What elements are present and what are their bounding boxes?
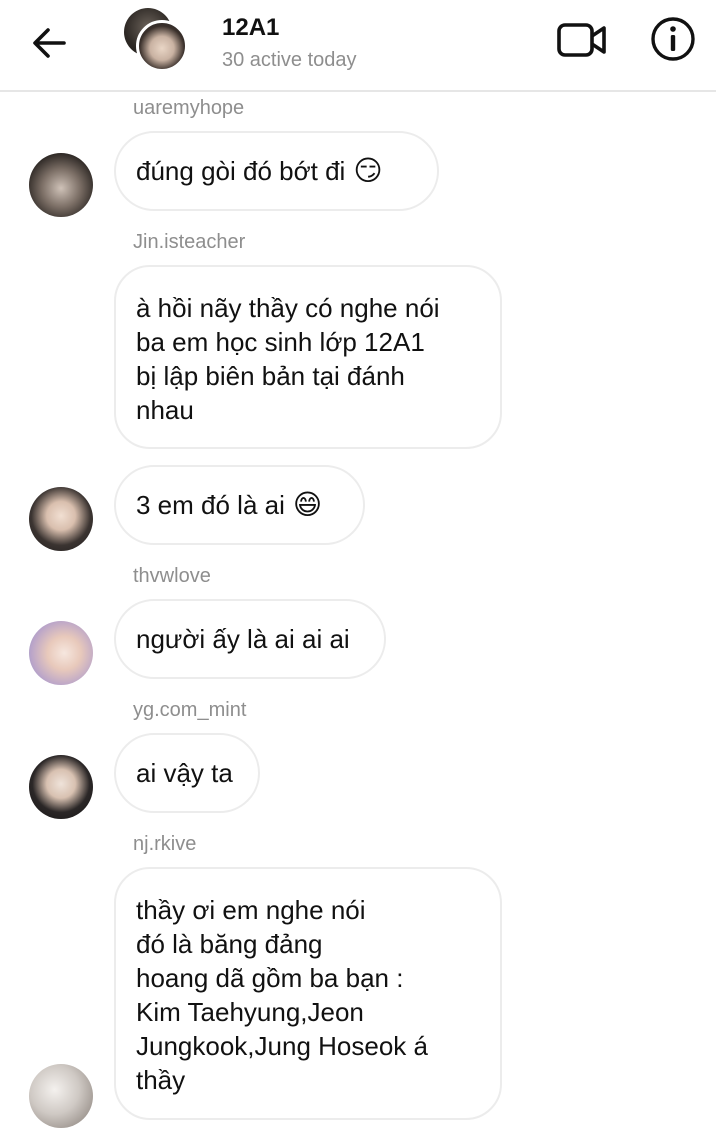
avatar[interactable] [29, 487, 93, 551]
video-camera-icon [557, 23, 606, 57]
message-text: à hồi nãy thầy có nghe nói ba em học sin… [136, 291, 440, 427]
message-username[interactable]: yg.com_mint [133, 699, 246, 722]
message-bubble[interactable]: 3 em đó là ai 😄 [114, 465, 365, 545]
message-line: bị lập biên bản tại đánh [136, 361, 405, 391]
message-line: thầy ơi em nghe nói [136, 895, 366, 925]
message-line: nhau [136, 395, 194, 425]
message-line: hoang dã gồm ba bạn : [136, 963, 404, 993]
message-username[interactable]: thvwlove [133, 565, 211, 588]
avatar[interactable] [29, 153, 93, 217]
message-text: người ấy là ai ai ai [136, 624, 350, 654]
back-button[interactable] [28, 22, 70, 64]
message-username[interactable]: uaremyhope [133, 97, 244, 120]
avatar[interactable] [29, 755, 93, 819]
message-username[interactable]: Jin.isteacher [133, 231, 245, 254]
group-avatar[interactable] [122, 8, 192, 74]
avatar[interactable] [29, 621, 93, 685]
message-line: Kim Taehyung,Jeon [136, 997, 364, 1027]
info-circle-icon [651, 17, 695, 61]
message-text: thầy ơi em nghe nói đó là băng đảng hoan… [136, 893, 428, 1097]
group-avatar-front [136, 20, 188, 72]
message-line: à hồi nãy thầy có nghe nói [136, 293, 440, 323]
info-button[interactable] [650, 16, 696, 62]
chat-header: 12A1 30 active today [0, 0, 716, 92]
arrow-left-icon [33, 28, 66, 58]
message-text: đúng gòi đó bớt đi [136, 156, 346, 186]
message-line: đó là băng đảng [136, 929, 323, 959]
grinning-emoji: 😄 [292, 488, 323, 521]
active-status: 30 active today [222, 49, 357, 71]
message-text: 3 em đó là ai [136, 490, 285, 520]
message-bubble[interactable]: à hồi nãy thầy có nghe nói ba em học sin… [114, 265, 502, 449]
avatar[interactable] [29, 1064, 93, 1128]
message-text: ai vậy ta [136, 758, 233, 788]
message-bubble[interactable]: thầy ơi em nghe nói đó là băng đảng hoan… [114, 867, 502, 1120]
smirk-emoji: 😏 [353, 154, 383, 187]
video-call-button[interactable] [556, 20, 608, 60]
chat-title[interactable]: 12A1 [222, 14, 279, 42]
message-bubble[interactable]: người ấy là ai ai ai [114, 599, 386, 679]
message-username[interactable]: nj.rkive [133, 833, 196, 856]
message-bubble[interactable]: ai vậy ta [114, 733, 260, 813]
message-line: ba em học sinh lớp 12A1 [136, 327, 425, 357]
message-line: thầy [136, 1065, 186, 1095]
message-bubble[interactable]: đúng gòi đó bớt đi 😏 [114, 131, 439, 211]
message-line: Jungkook,Jung Hoseok á [136, 1031, 428, 1061]
